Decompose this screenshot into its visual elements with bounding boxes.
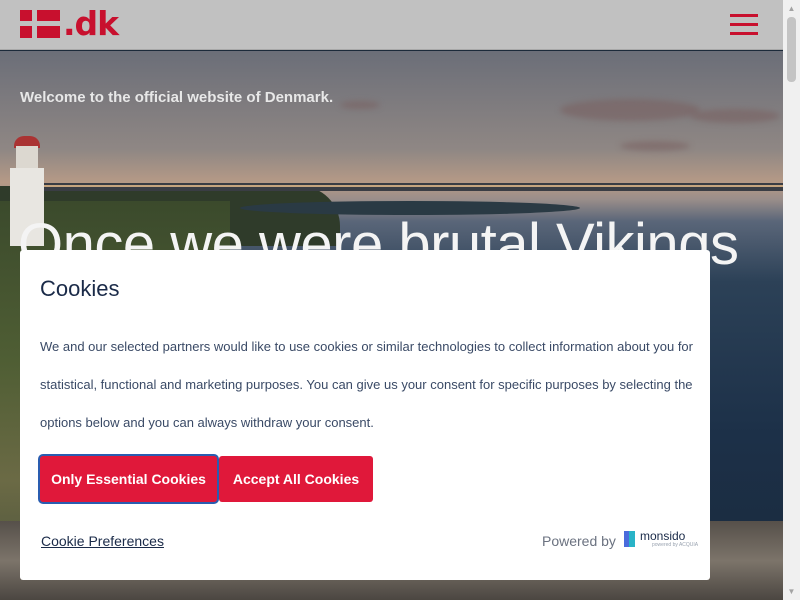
welcome-text: Welcome to the official website of Denma… (20, 89, 334, 106)
cloud-decoration (340, 101, 380, 109)
monsido-icon (624, 531, 636, 547)
scroll-down-arrow-icon[interactable]: ▼ (783, 583, 800, 600)
site-header: .dk (0, 0, 783, 50)
scroll-up-arrow-icon[interactable]: ▲ (783, 0, 800, 17)
accept-all-cookies-button[interactable]: Accept All Cookies (219, 456, 373, 502)
denmark-logo[interactable]: .dk (20, 4, 119, 43)
cookie-dialog-body: We and our selected partners would like … (40, 339, 693, 430)
hamburger-menu-icon[interactable] (730, 14, 758, 36)
cookie-consent-dialog: Cookies We and our selected partners wou… (20, 250, 710, 580)
logo-text: .dk (63, 4, 119, 43)
monsido-subtext: powered by ACQUIA (652, 542, 699, 548)
monsido-logo: monsido powered by ACQUIA (624, 530, 698, 548)
powered-by-label: Powered by (542, 533, 616, 549)
cookie-preferences-link[interactable]: Cookie Preferences (41, 533, 164, 549)
monsido-wordmark: monsido (640, 529, 686, 543)
page-scrollbar[interactable]: ▲ ▼ (783, 0, 800, 600)
scrollbar-thumb[interactable] (787, 17, 796, 82)
cloud-decoration (560, 99, 700, 121)
danish-flag-icon (20, 10, 60, 38)
bridge-lights-decoration (40, 185, 783, 187)
only-essential-cookies-button[interactable]: Only Essential Cookies (40, 456, 217, 502)
cloud-decoration (620, 141, 690, 151)
cookie-dialog-title: Cookies (40, 276, 120, 301)
cloud-decoration (690, 109, 780, 123)
